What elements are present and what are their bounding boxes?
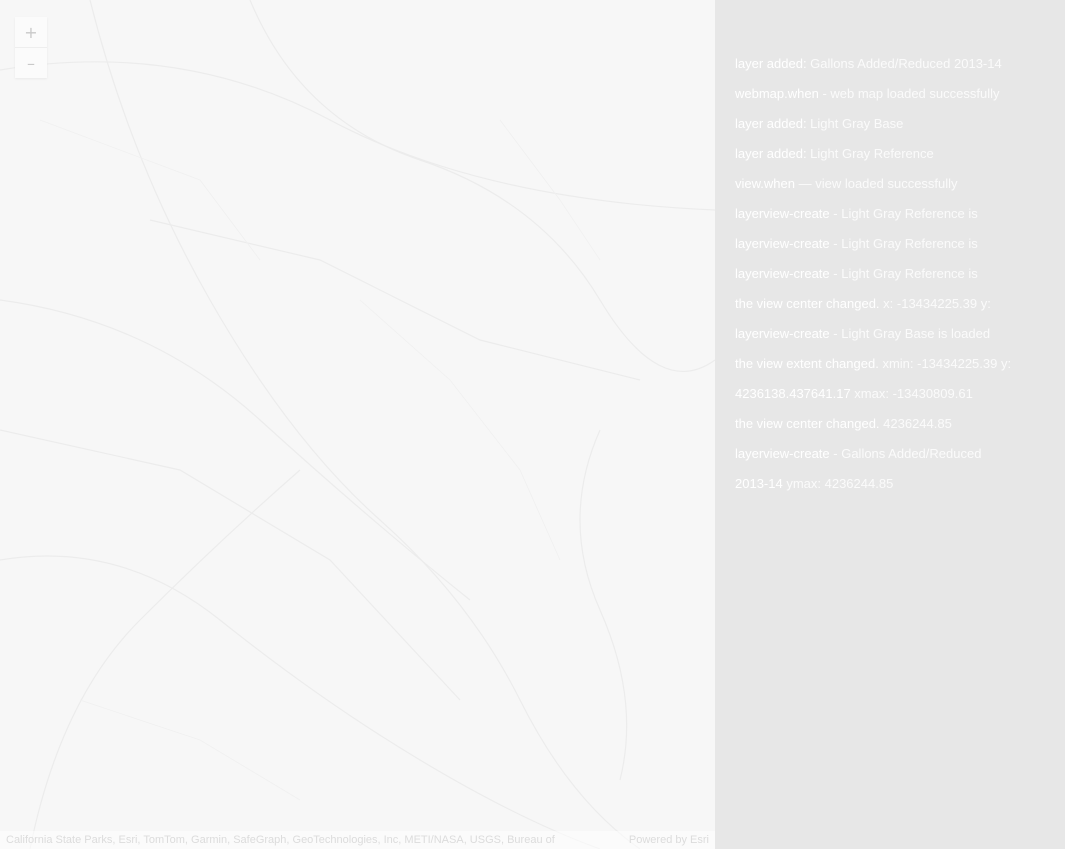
log-entry-key: the view center changed. xyxy=(735,296,880,311)
log-entry-text: - Gallons Added/Reduced xyxy=(829,446,982,461)
log-entry: layerview-create - Light Gray Base is lo… xyxy=(735,326,1055,356)
basemap-streets xyxy=(0,0,715,849)
zoom-in-button[interactable]: + xyxy=(15,17,47,47)
log-entry: webmap.when - web map loaded successfull… xyxy=(735,86,1055,116)
log-entry: layerview-create - Light Gray Reference … xyxy=(735,236,1055,266)
powered-by-esri[interactable]: Powered by Esri xyxy=(629,834,709,846)
log-entry-key: the view center changed. xyxy=(735,416,880,431)
log-entry-key: layerview-create xyxy=(735,446,830,461)
log-entry: the view extent changed. xmin: -13434225… xyxy=(735,356,1055,386)
log-entry-text: - web map loaded successfully xyxy=(818,86,1000,101)
log-entry: layer added: Light Gray Reference xyxy=(735,146,1055,176)
log-entry: view.when — view loaded successfully xyxy=(735,176,1055,206)
event-log: layer added: Gallons Added/Reduced 2013-… xyxy=(735,56,1055,506)
log-entry-text: Light Gray Base xyxy=(806,116,904,131)
log-entry-key: layerview-create xyxy=(735,206,830,221)
log-entry-text: 4236244.85 xyxy=(879,416,952,431)
log-entry: layerview-create - Light Gray Reference … xyxy=(735,266,1055,296)
log-entry: layerview-create - Gallons Added/Reduced xyxy=(735,446,1055,476)
log-entry-key: layerview-create xyxy=(735,326,830,341)
log-entry-key: view.when xyxy=(735,176,795,191)
log-entry-key: 4236138.437641.17 xyxy=(735,386,851,401)
log-entry: layerview-create - Light Gray Reference … xyxy=(735,206,1055,236)
log-entry-text: Gallons Added/Reduced 2013-14 xyxy=(806,56,1002,71)
log-entry: the view center changed. 4236244.85 xyxy=(735,416,1055,446)
log-entry: layer added: Gallons Added/Reduced 2013-… xyxy=(735,56,1055,86)
log-entry-text: - Light Gray Reference is xyxy=(829,236,978,251)
log-entry-key: layerview-create xyxy=(735,236,830,251)
log-entry-text: x: -13434225.39 y: xyxy=(879,296,991,311)
log-panel: layer added: Gallons Added/Reduced 2013-… xyxy=(715,0,1065,849)
log-entry-text: xmin: -13434225.39 y: xyxy=(878,356,1012,371)
log-entry: 4236138.437641.17 xmax: -13430809.61 xyxy=(735,386,1055,416)
log-entry-key: layer added: xyxy=(735,146,807,161)
log-entry-key: layer added: xyxy=(735,56,807,71)
log-entry-text: - Light Gray Base is loaded xyxy=(829,326,991,341)
attribution-text[interactable]: California State Parks, Esri, TomTom, Ga… xyxy=(6,834,555,846)
zoom-control: + – xyxy=(15,17,47,78)
log-entry-text: - Light Gray Reference is xyxy=(829,266,978,281)
log-entry-text: — view loaded successfully xyxy=(794,176,958,191)
log-entry-key: webmap.when xyxy=(735,86,819,101)
log-entry-key: layerview-create xyxy=(735,266,830,281)
log-entry-text: ymax: 4236244.85 xyxy=(782,476,894,491)
zoom-out-button[interactable]: – xyxy=(15,47,47,78)
log-entry-key: 2013-14 xyxy=(735,476,783,491)
log-entry-key: the view extent changed. xyxy=(735,356,879,371)
log-entry-text: Light Gray Reference xyxy=(806,146,934,161)
log-entry-text: xmax: -13430809.61 xyxy=(850,386,973,401)
log-entry: 2013-14 ymax: 4236244.85 xyxy=(735,476,1055,506)
log-entry: layer added: Light Gray Base xyxy=(735,116,1055,146)
log-entry-key: layer added: xyxy=(735,116,807,131)
log-entry: the view center changed. x: -13434225.39… xyxy=(735,296,1055,326)
log-entry-text: - Light Gray Reference is xyxy=(829,206,978,221)
map-view[interactable]: + – California State Parks, Esri, TomTom… xyxy=(0,0,715,849)
map-attribution: California State Parks, Esri, TomTom, Ga… xyxy=(0,831,715,849)
app-root: + – California State Parks, Esri, TomTom… xyxy=(0,0,1065,849)
